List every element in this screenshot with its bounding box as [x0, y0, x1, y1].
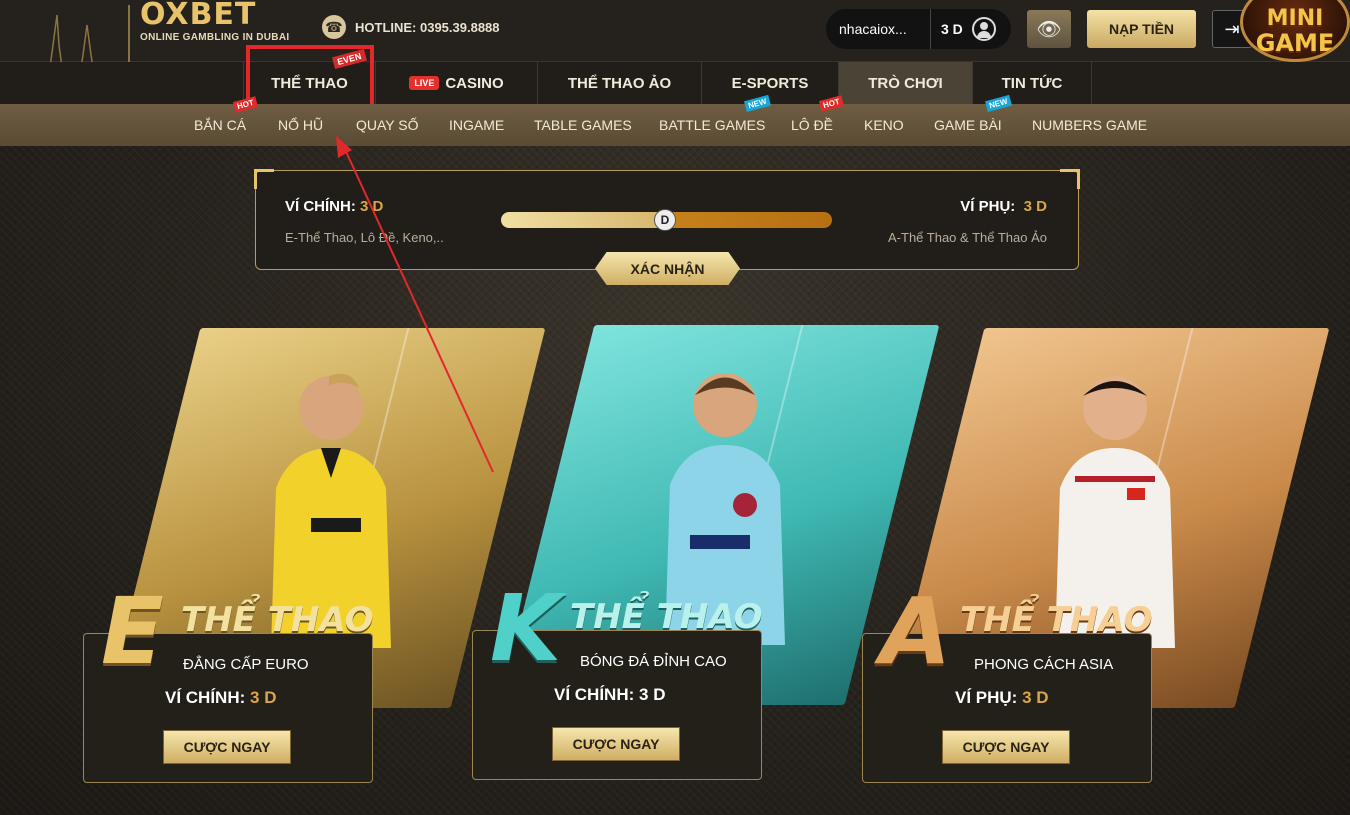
corner-ornament — [254, 169, 274, 189]
user-account-box[interactable]: nhacaiox... 3 D — [826, 9, 1011, 49]
user-balance: 3 D — [941, 21, 963, 37]
e-sports-betting-card[interactable]: E THỂ THAO ĐẲNG CẤP EURO VÍ CHÍNH: 3 D C… — [83, 328, 546, 788]
subnav-no-hu[interactable]: NỔ HŨ — [278, 104, 323, 146]
hotline[interactable]: ☎ HOTLINE: 0395.39.8888 — [322, 15, 500, 39]
username: nhacaiox... — [839, 21, 907, 37]
mini-game-label-top: MINI — [1266, 6, 1324, 31]
tab-label: THỂ THAO ẢO — [567, 74, 672, 92]
wallet-transfer-slider[interactable]: D — [501, 209, 832, 231]
site-logo[interactable]: OXBET ONLINE GAMBLING IN DUBAI — [140, 0, 289, 43]
subnav-table-games[interactable]: TABLE GAMES — [534, 104, 632, 146]
card-letter: A — [880, 578, 952, 685]
mini-game-label-bottom: GAME — [1255, 29, 1335, 57]
sub-wallet-amount: 3 D — [1023, 198, 1047, 215]
main-wallet: VÍ CHÍNH: 3 D — [285, 198, 383, 215]
tab-label: E-SPORTS — [731, 74, 809, 92]
card-wallet-label: VÍ PHỤ: — [955, 688, 1018, 707]
subnav-quay-so[interactable]: QUAY SỐ — [356, 104, 419, 146]
sub-wallet: VÍ PHỤ: 3 D — [960, 198, 1047, 215]
logout-icon: ⇥ — [1224, 18, 1240, 39]
card-wallet: VÍ CHÍNH: 3 D — [554, 685, 665, 705]
subnav-ingame[interactable]: INGAME — [449, 104, 504, 146]
user-avatar-icon[interactable] — [971, 17, 996, 41]
user-balance-area: 3 D — [930, 9, 1010, 49]
card-wallet-amount: 3 D — [1022, 688, 1049, 707]
mini-game-button[interactable]: MINI GAME — [1240, 0, 1350, 62]
eye-icon: 👁 — [1036, 18, 1062, 41]
toggle-balance-visibility-button[interactable]: 👁 — [1027, 10, 1071, 48]
card-description: ĐẲNG CẤP EURO — [183, 656, 309, 673]
main-navigation: THỂ THAO LIVE CASINO THỂ THAO ẢO E-SPORT… — [0, 62, 1350, 104]
card-wallet: VÍ PHỤ: 3 D — [955, 688, 1049, 708]
card-wallet-label: VÍ CHÍNH: — [165, 688, 246, 707]
card-title: THỂ THAO — [960, 600, 1153, 640]
slider-handle[interactable]: D — [654, 209, 676, 231]
logo-tagline: ONLINE GAMBLING IN DUBAI — [140, 32, 290, 43]
tab-casino[interactable]: LIVE CASINO — [375, 62, 537, 104]
tab-the-thao-ao[interactable]: THỂ THAO ẢO — [537, 62, 701, 104]
subnav-keno[interactable]: KENO — [864, 104, 904, 146]
sub-wallet-description: A-Thể Thao & Thể Thao Ảo — [888, 230, 1047, 245]
card-title: THỂ THAO — [570, 597, 763, 637]
tab-label: TIN TỨC — [1001, 74, 1063, 92]
tab-label: TRÒ CHƠI — [868, 74, 943, 92]
phone-icon: ☎ — [322, 15, 346, 39]
bet-now-button[interactable]: CƯỢC NGAY — [163, 730, 291, 764]
tab-label: CASINO — [445, 74, 504, 92]
hotline-text: HOTLINE: 0395.39.8888 — [355, 19, 500, 35]
bet-now-button[interactable]: CƯỢC NGAY — [552, 727, 680, 761]
corner-ornament — [1060, 169, 1080, 189]
card-wallet: VÍ CHÍNH: 3 D — [165, 688, 276, 708]
a-sports-betting-card[interactable]: A THỂ THAO PHONG CÁCH ASIA VÍ PHỤ: 3 D C… — [862, 328, 1330, 788]
deposit-button[interactable]: NẠP TIỀN — [1087, 10, 1196, 48]
card-title: THỂ THAO — [181, 600, 374, 640]
card-wallet-label: VÍ CHÍNH: — [554, 685, 635, 704]
card-wallet-amount: 3 D — [639, 685, 666, 704]
tab-tin-tuc[interactable]: TIN TỨC — [972, 62, 1092, 104]
sub-wallet-label: VÍ PHỤ: — [960, 198, 1016, 215]
card-wallet-amount: 3 D — [250, 688, 277, 707]
confirm-button[interactable]: XÁC NHẬN — [595, 252, 740, 285]
card-description: PHONG CÁCH ASIA — [974, 656, 1114, 673]
card-letter: E — [101, 578, 164, 685]
main-wallet-amount: 3 D — [360, 198, 384, 215]
logo-text: OXBET — [140, 0, 257, 32]
live-badge: LIVE — [409, 76, 440, 90]
bet-now-button[interactable]: CƯỢC NGAY — [942, 730, 1070, 764]
tab-e-sports[interactable]: E-SPORTS — [701, 62, 838, 104]
k-sports-betting-card[interactable]: K THỂ THAO BÓNG ĐÁ ĐỈNH CAO VÍ CHÍNH: 3 … — [472, 325, 940, 785]
top-header: OXBET ONLINE GAMBLING IN DUBAI ☎ HOTLINE… — [0, 0, 1350, 105]
main-wallet-description: E-Thể Thao, Lô Đề, Keno,.. — [285, 230, 444, 245]
card-letter: K — [490, 575, 562, 682]
card-description: BÓNG ĐÁ ĐỈNH CAO — [580, 653, 727, 670]
tab-tro-choi[interactable]: TRÒ CHƠI — [838, 62, 972, 104]
annotation-highlight-box — [246, 45, 374, 108]
subnav-numbers-game[interactable]: NUMBERS GAME — [1032, 104, 1147, 146]
main-wallet-label: VÍ CHÍNH: — [285, 198, 356, 215]
